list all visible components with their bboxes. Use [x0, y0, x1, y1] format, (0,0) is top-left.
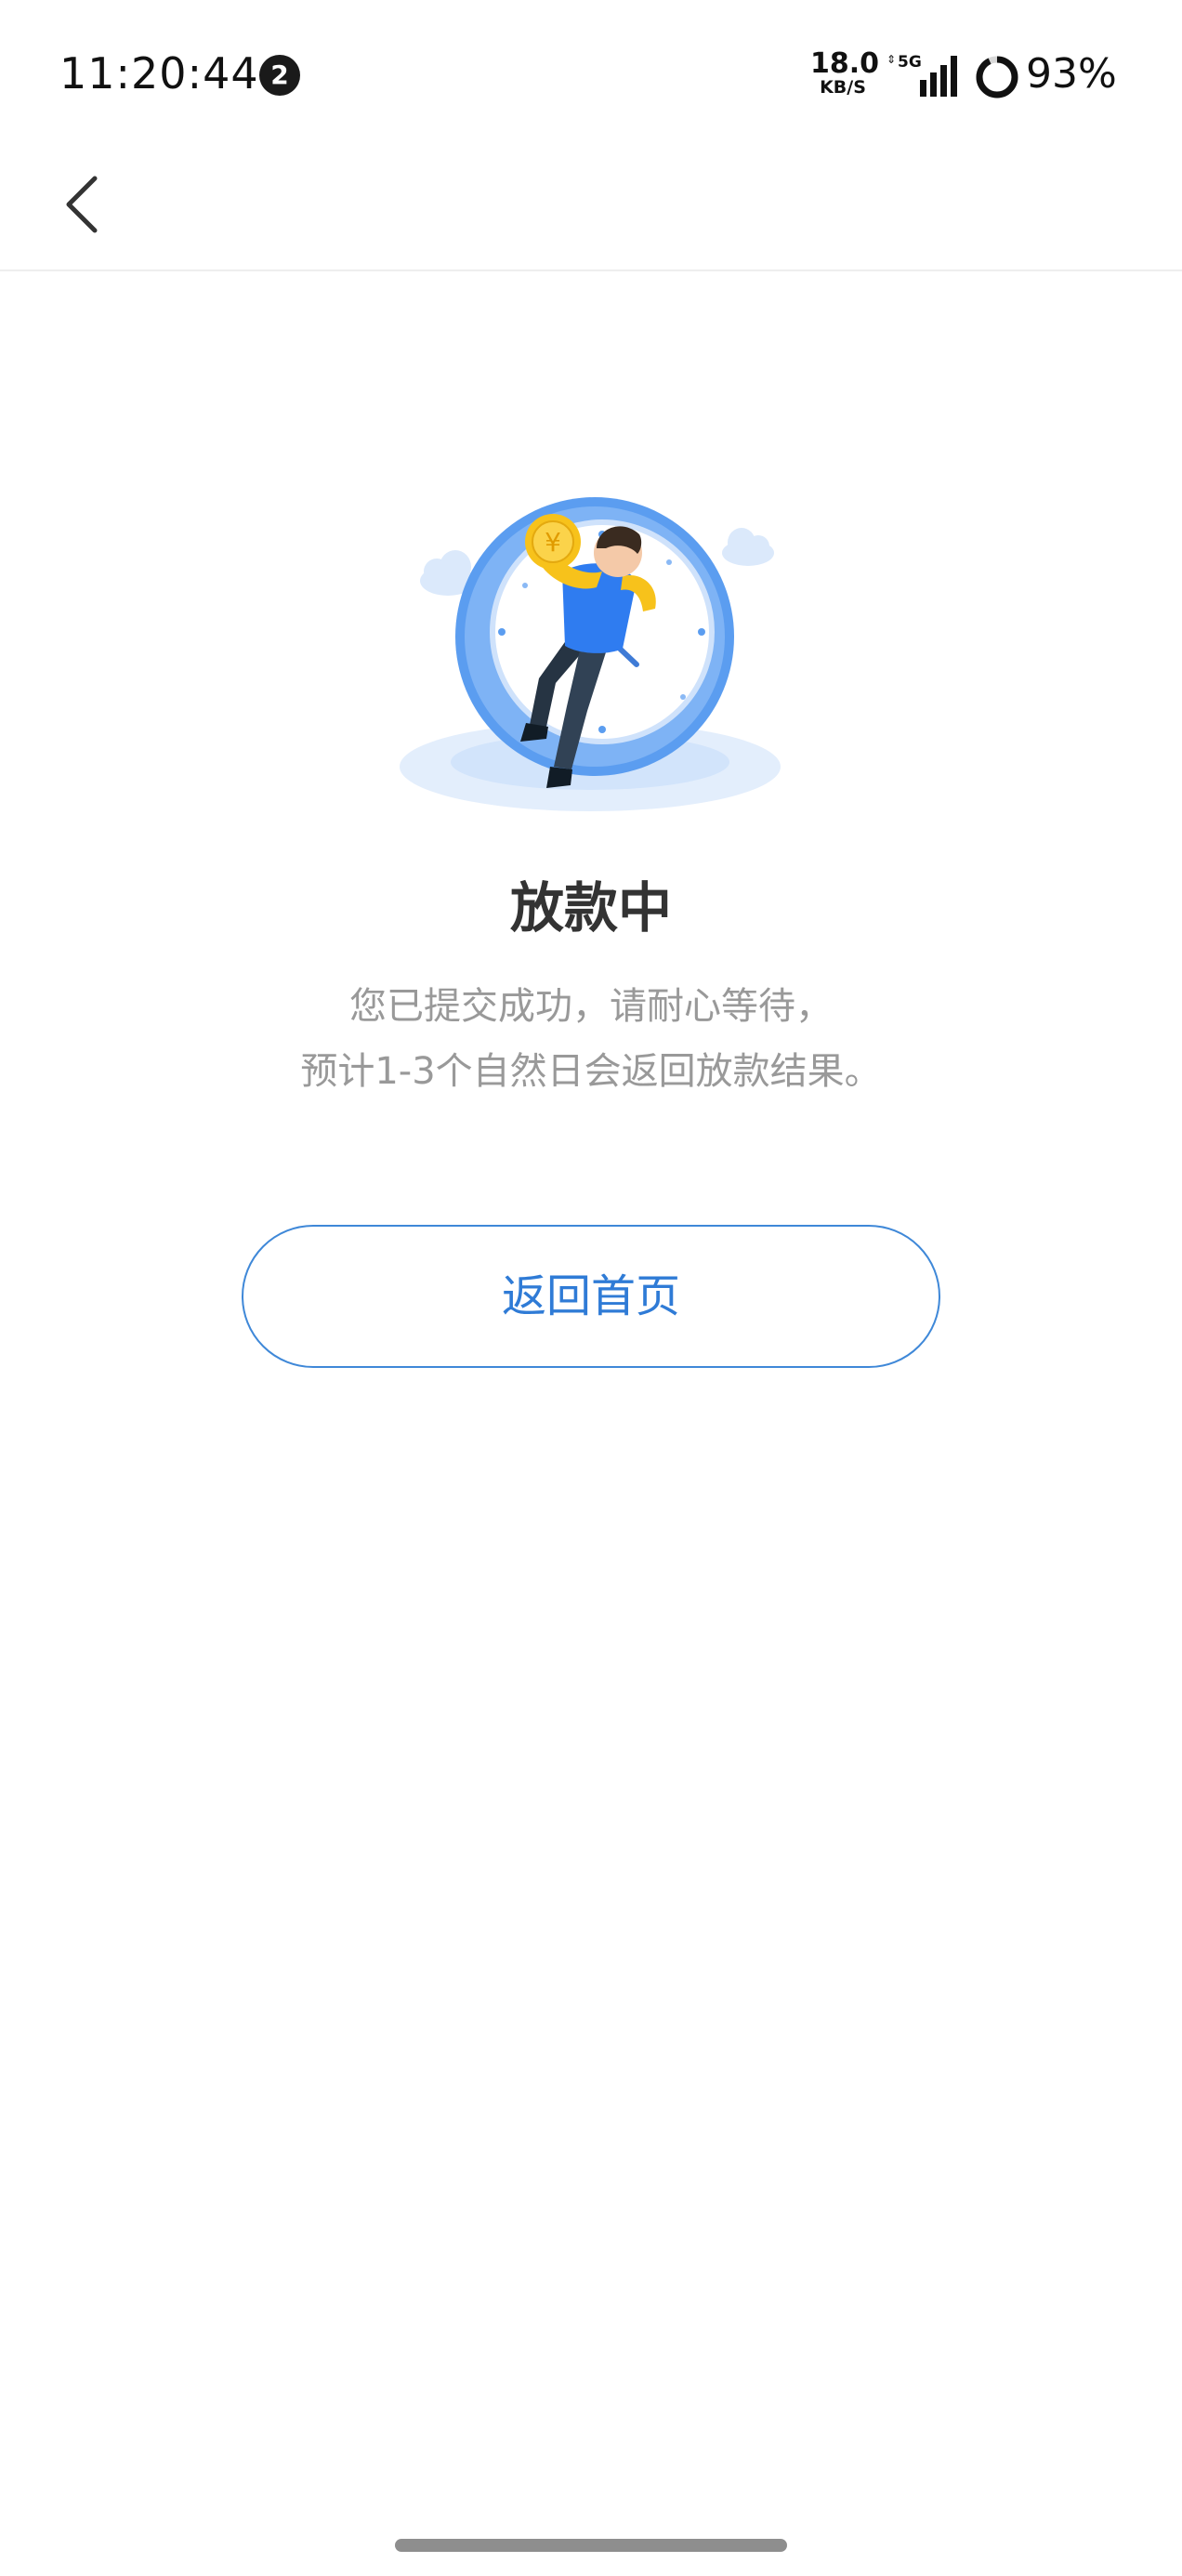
- network-type-label: 5G: [898, 53, 922, 72]
- status-time: 11:20:44: [59, 48, 259, 99]
- battery-percent: 93%: [1026, 50, 1117, 98]
- back-button[interactable]: [54, 167, 110, 242]
- network-speed-value: 18.0: [810, 47, 880, 80]
- yuan-coin-icon: ¥: [525, 514, 581, 570]
- description-line-1: 您已提交成功，请耐心等待，: [349, 985, 833, 1028]
- chevron-left-icon: [66, 176, 98, 233]
- network-speed-unit: KB/S: [820, 77, 866, 98]
- signal-5g-icon: ⇕ 5G: [886, 53, 957, 97]
- battery-ring-icon: [976, 56, 1018, 99]
- lending-illustration: ¥: [390, 483, 799, 827]
- notification-badge: 2: [259, 55, 300, 96]
- svg-text:¥: ¥: [545, 527, 561, 558]
- home-indicator[interactable]: [395, 2539, 787, 2552]
- nav-bar: [0, 139, 1182, 271]
- network-speed: 18.0 KB/S: [810, 47, 880, 98]
- status-bar: 11:20:44 2 18.0 KB/S ⇕ 5G 93%: [0, 0, 1182, 139]
- page-title: 放款中: [509, 876, 672, 940]
- svg-text:⇕: ⇕: [886, 53, 896, 66]
- cloud-right-icon: [722, 528, 774, 566]
- description-line-2: 预计1-3个自然日会返回放款结果。: [300, 1050, 882, 1093]
- return-home-button[interactable]: 返回首页: [242, 1225, 940, 1368]
